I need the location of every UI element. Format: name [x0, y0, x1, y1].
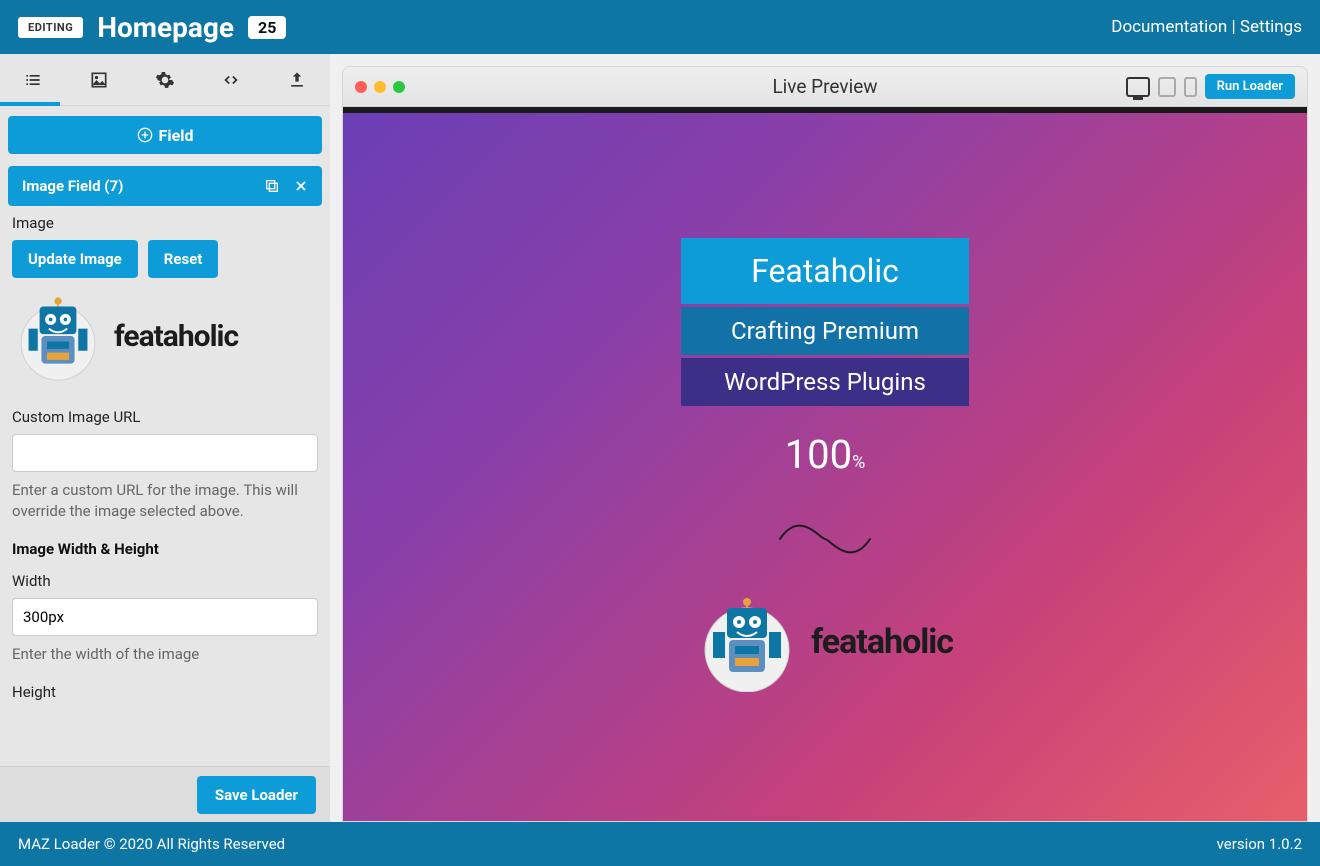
copyright-text: MAZ Loader © 2020 All Rights Reserved: [18, 835, 285, 853]
page-title: Homepage: [97, 11, 234, 44]
wave-icon: [775, 514, 875, 564]
preview-logo: feataholic: [697, 592, 953, 692]
update-image-button[interactable]: Update Image: [12, 240, 138, 278]
custom-url-help: Enter a custom URL for the image. This w…: [12, 480, 318, 522]
run-loader-button[interactable]: Run Loader: [1205, 74, 1295, 99]
field-item-label: Image Field (7): [22, 177, 123, 195]
custom-url-input[interactable]: [12, 434, 318, 472]
gear-icon: [155, 70, 175, 90]
width-help: Enter the width of the image: [12, 644, 318, 665]
device-tablet-icon[interactable]: [1158, 77, 1176, 97]
tab-image[interactable]: [66, 54, 132, 106]
close-icon[interactable]: [294, 179, 308, 193]
sidebar: Field Image Field (7) Image Update Image…: [0, 54, 330, 822]
preview-heading-3: WordPress Plugins: [681, 358, 969, 406]
list-icon: [23, 70, 43, 90]
documentation-link[interactable]: Documentation: [1111, 17, 1227, 37]
preview-heading-1: Feataholic: [681, 238, 969, 304]
code-icon: [221, 70, 241, 90]
editing-badge: EDITING: [18, 17, 83, 38]
preview-heading-2: Crafting Premium: [681, 307, 969, 355]
version-text: version 1.0.2: [1217, 835, 1302, 853]
preview-toolbar: Live Preview Run Loader: [343, 67, 1307, 107]
reset-button[interactable]: Reset: [148, 240, 219, 278]
sidebar-body[interactable]: Field Image Field (7) Image Update Image…: [0, 106, 330, 766]
height-label: Height: [12, 683, 318, 701]
top-links: Documentation | Settings: [1111, 17, 1302, 37]
save-loader-button[interactable]: Save Loader: [197, 776, 316, 814]
dimensions-header: Image Width & Height: [12, 540, 318, 558]
image-icon: [89, 70, 109, 90]
topbar: EDITING Homepage 25 Documentation | Sett…: [0, 0, 1320, 54]
sidebar-footer: Save Loader: [0, 766, 330, 822]
settings-link[interactable]: Settings: [1240, 17, 1302, 37]
tab-settings[interactable]: [132, 54, 198, 106]
tab-code[interactable]: [198, 54, 264, 106]
add-field-button[interactable]: Field: [8, 116, 322, 154]
bottombar: MAZ Loader © 2020 All Rights Reserved ve…: [0, 822, 1320, 866]
tab-fields[interactable]: [0, 54, 66, 106]
width-label: Width: [12, 572, 318, 590]
brand-text: feataholic: [114, 319, 238, 354]
robot-icon: [697, 592, 797, 692]
traffic-max-icon: [393, 81, 405, 93]
device-mobile-icon[interactable]: [1184, 77, 1197, 97]
traffic-min-icon: [374, 81, 386, 93]
preview-canvas: Feataholic Crafting Premium WordPress Pl…: [343, 107, 1307, 821]
traffic-close-icon: [355, 81, 367, 93]
tab-export[interactable]: [264, 54, 330, 106]
count-badge: 25: [248, 16, 286, 39]
preview-brand-text: feataholic: [811, 622, 953, 662]
image-label: Image: [12, 214, 318, 232]
preview-percent: 100%: [785, 431, 866, 478]
field-item-image[interactable]: Image Field (7): [8, 166, 322, 206]
sidebar-tabs: [0, 54, 330, 106]
width-input[interactable]: [12, 598, 318, 636]
traffic-lights: [355, 81, 405, 93]
preview-panel: Live Preview Run Loader Feataholic Craft…: [330, 54, 1320, 822]
image-preview: feataholic: [12, 290, 318, 382]
upload-icon: [287, 70, 307, 90]
robot-icon: [12, 290, 104, 382]
custom-url-label: Custom Image URL: [12, 408, 318, 426]
duplicate-icon[interactable]: [264, 178, 280, 194]
device-desktop-icon[interactable]: [1126, 77, 1150, 97]
plus-circle-icon: [137, 127, 153, 143]
